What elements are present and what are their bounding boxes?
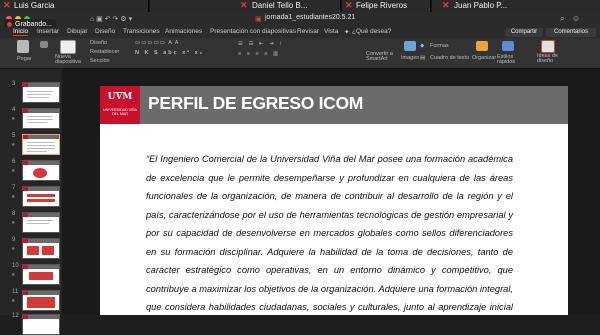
slide-header: UVM UNIVERSIDAD VIÑA DEL MAR PERFIL DE E… (100, 86, 568, 124)
paste-icon[interactable] (17, 40, 29, 53)
tab-vista[interactable]: Vista (324, 28, 338, 35)
muted-mic-icon: ✕ (442, 0, 450, 10)
tab-animaciones[interactable]: Animaciones (165, 28, 202, 35)
slide-number: 7 (12, 185, 16, 191)
share-button[interactable]: Compartir (505, 28, 543, 37)
design-ideas-label[interactable]: Ideas de diseño (537, 53, 561, 64)
slide-number: 11 (12, 289, 19, 295)
arrange-icon[interactable] (476, 41, 488, 51)
slide-body-text[interactable]: “El Ingeniero Comercial de la Universida… (146, 150, 513, 315)
star-icon: ★ (11, 298, 16, 304)
text-format-buttons[interactable]: N K S abc x² x₂ (135, 50, 204, 56)
image-label[interactable]: Imagen (401, 55, 419, 61)
comments-label: Comentarios (553, 29, 588, 35)
design-ideas-icon[interactable] (541, 40, 555, 53)
share-label: Compartir (510, 29, 538, 35)
layout-button[interactable]: Diseño (90, 40, 107, 46)
slide-thumbnail[interactable]: 4 ★ (0, 107, 62, 129)
paragraph-controls[interactable]: ☰ ☰ ⇤ ⇥ ↕ (238, 41, 284, 47)
reset-button[interactable]: Restablecer (90, 49, 119, 55)
quick-access-toolbar[interactable]: ⌂ ▣ ↶ ↷ ⚙ ▾ (90, 15, 132, 23)
star-icon: ★ (11, 116, 16, 122)
paste-label[interactable]: Pegar (17, 56, 32, 62)
slide-thumbnail[interactable]: 7 ★ (0, 185, 62, 207)
slide-thumbnail[interactable]: 3 (0, 81, 62, 103)
image-icon[interactable] (404, 41, 416, 51)
slide-number: 8 (12, 211, 16, 217)
slide-number: 4 (12, 107, 16, 113)
shapes-icon: ◆ (420, 43, 425, 49)
muted-mic-icon: ✕ (3, 0, 11, 10)
uvm-logo: UVM UNIVERSIDAD VIÑA DEL MAR (100, 86, 140, 124)
tab-presentacion[interactable]: Presentación con diapositivas (210, 28, 296, 35)
font-controls[interactable]: ▭▭▭▭▭ A A (135, 40, 179, 46)
muted-mic-icon: ✕ (345, 0, 353, 10)
slide-thumbnail[interactable]: 12 (0, 313, 62, 335)
slide-number: 10 (12, 263, 19, 269)
cut-copy-icons[interactable] (40, 41, 48, 48)
tab-diseno[interactable]: Diseño (95, 28, 115, 35)
participant-tile[interactable]: ✕ Juan Pablo P... (432, 0, 600, 12)
slide-number: 12 (12, 313, 19, 319)
slide-thumbnail[interactable]: 6 ★ (0, 159, 62, 181)
textbox-button[interactable]: Cuadro de texto (430, 55, 469, 61)
textbox-icon: ▤ (420, 55, 426, 61)
slide-title[interactable]: PERFIL DE EGRESO ICOM (148, 93, 363, 114)
window-titlebar: ⌂ ▣ ↶ ↷ ⚙ ▾ ▣ jornada1_estudiantes20.5.2… (0, 12, 600, 27)
participant-name: Luis Garcia (14, 1, 55, 10)
search-icon[interactable]: ⌕ (560, 14, 564, 24)
tab-transiciones[interactable]: Transiciones (123, 28, 160, 35)
comments-button[interactable]: Comentarios (546, 28, 596, 37)
participant-tile[interactable]: ✕ Luis Garcia (0, 0, 149, 12)
slide-number: 3 (12, 81, 16, 87)
star-icon: ★ (11, 142, 16, 148)
tab-insertar[interactable]: Insertar (37, 28, 59, 35)
slide-number: 9 (12, 237, 16, 243)
record-dot-icon (7, 21, 12, 27)
logo-text: UVM (107, 92, 133, 102)
slide-thumbnail[interactable]: 11 ★ (0, 289, 62, 311)
alignment-buttons[interactable]: ≡ ≡ ≡ ≡ ▥ (238, 51, 280, 57)
slide-thumbnail[interactable]: 10 ★ (0, 263, 62, 285)
logo-subtitle: UNIVERSIDAD VIÑA DEL MAR (103, 108, 137, 116)
convert-smartart-button[interactable]: Convertir a SmartArt (366, 51, 400, 62)
participant-name: Felipe Riveros (356, 1, 408, 10)
video-participants-strip: ✕ Luis Garcia ✕ Daniel Tello B... ✕ Feli… (0, 0, 600, 12)
slide-thumbnails-panel: 3 4 ★ 5 ★ 6 ★ 7 ★ 8 ★ 9 ★ 10 ★ 11 ★ 12 (0, 69, 62, 335)
new-slide-label[interactable]: Nueva diapositiva (55, 54, 83, 65)
smiley-feedback-icon[interactable]: ☺ (572, 14, 580, 23)
shapes-button[interactable]: Formas (430, 43, 449, 49)
tell-me-search[interactable]: ¿Qué desea? (352, 28, 391, 35)
quick-styles-icon[interactable] (502, 41, 514, 51)
slide-thumbnail-selected[interactable]: 5 ★ (0, 133, 62, 155)
powerpoint-file-icon: ▣ (255, 16, 262, 23)
star-icon: ★ (11, 246, 16, 252)
slide-thumbnail[interactable]: 9 ★ (0, 237, 62, 259)
participant-tile[interactable]: ✕ Felipe Riveros (342, 0, 431, 12)
participant-name: Daniel Tello B... (252, 1, 308, 10)
tab-dibujar[interactable]: Dibujar (67, 28, 88, 35)
slide-number: 5 (12, 133, 16, 139)
ribbon-toolbar: Pegar Nueva diapositiva Diseño Restablec… (0, 38, 600, 69)
star-icon: ★ (11, 194, 16, 200)
slide-thumbnail[interactable]: 8 ★ (0, 211, 62, 233)
star-icon: ★ (11, 168, 16, 174)
new-slide-icon[interactable] (60, 40, 76, 54)
section-button[interactable]: Sección (90, 58, 110, 64)
quick-styles-label[interactable]: Estilos rápidos (497, 54, 521, 65)
tab-inicio[interactable]: Inicio (13, 28, 29, 36)
lightbulb-icon: ✦ (344, 29, 350, 36)
participant-tile[interactable]: ✕ Daniel Tello B... (150, 0, 341, 12)
slide-number: 6 (12, 159, 16, 165)
participant-name: Juan Pablo P... (454, 1, 508, 10)
arrange-label[interactable]: Organizar (472, 55, 496, 61)
star-icon: ★ (11, 272, 16, 278)
star-icon: ★ (11, 220, 16, 226)
current-slide[interactable]: UVM UNIVERSIDAD VIÑA DEL MAR PERFIL DE E… (100, 86, 568, 315)
muted-mic-icon: ✕ (240, 0, 248, 10)
tab-revisar[interactable]: Revisar (297, 28, 319, 35)
window-title: jornada1_estudiantes20.5.21 (265, 14, 356, 21)
